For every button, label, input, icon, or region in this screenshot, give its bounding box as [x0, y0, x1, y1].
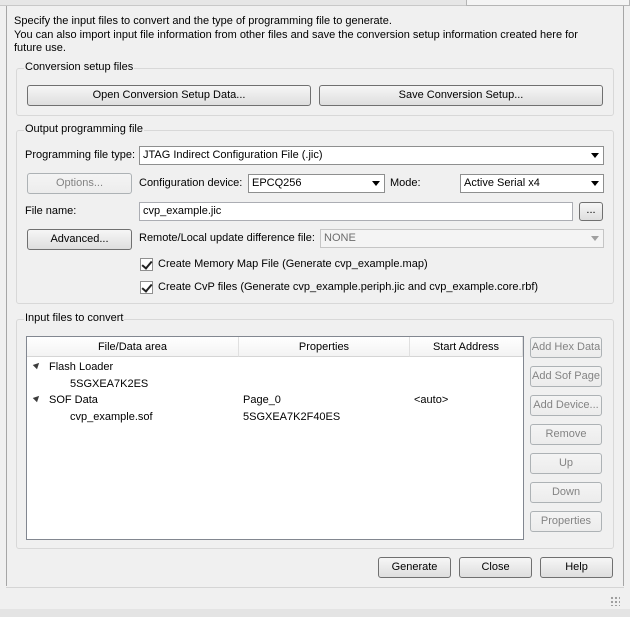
file-name-label: File name:	[25, 205, 77, 217]
update-diff-label: Remote/Local update difference file:	[139, 232, 315, 244]
config-device-value: EPCQ256	[252, 177, 302, 189]
row-properties: 5SGXEA7K2F40ES	[243, 411, 341, 423]
dialog-description: Specify the input files to convert and t…	[14, 15, 604, 56]
chevron-down-icon	[591, 181, 599, 186]
cvp-files-checkbox[interactable]	[140, 281, 153, 294]
add-hex-data-button[interactable]: Add Hex Data	[530, 337, 602, 358]
up-button[interactable]: Up	[530, 453, 602, 474]
update-diff-select[interactable]: NONE	[320, 229, 604, 248]
input-files-title: Input files to convert	[24, 312, 125, 324]
output-programming-title: Output programming file	[24, 123, 144, 135]
expand-arrow-icon[interactable]	[32, 360, 42, 370]
chevron-down-icon	[591, 153, 599, 158]
close-button[interactable]: Close	[459, 557, 532, 578]
resize-grip-icon[interactable]	[610, 596, 620, 606]
conversion-setup-title: Conversion setup files	[24, 61, 135, 73]
row-properties: Page_0	[243, 394, 281, 406]
row-address: <auto>	[414, 394, 449, 406]
column-header-file[interactable]: File/Data area	[27, 337, 239, 357]
column-header-properties[interactable]: Properties	[239, 337, 410, 357]
update-diff-value: NONE	[324, 232, 356, 244]
cvp-files-label: Create CvP files (Generate cvp_example.p…	[158, 281, 539, 293]
help-button[interactable]: Help	[540, 557, 613, 578]
save-conversion-setup-button[interactable]: Save Conversion Setup...	[319, 85, 603, 106]
row-name: SOF Data	[49, 394, 98, 406]
browse-button[interactable]: ...	[579, 202, 603, 221]
status-bar	[6, 587, 624, 609]
properties-button[interactable]: Properties	[530, 511, 602, 532]
mode-label: Mode:	[390, 177, 421, 189]
mode-select[interactable]: Active Serial x4	[460, 174, 604, 193]
input-files-tree[interactable]: File/Data area Properties Start Address …	[26, 336, 524, 540]
file-type-value: JTAG Indirect Configuration File (.jic)	[143, 149, 323, 161]
options-button[interactable]: Options...	[27, 173, 132, 194]
description-line-2: You can also import input file informati…	[14, 28, 578, 55]
memory-map-label: Create Memory Map File (Generate cvp_exa…	[158, 258, 428, 270]
config-device-select[interactable]: EPCQ256	[248, 174, 385, 193]
open-conversion-setup-button[interactable]: Open Conversion Setup Data...	[27, 85, 311, 106]
remove-button[interactable]: Remove	[530, 424, 602, 445]
file-name-input[interactable]: cvp_example.jic	[139, 202, 573, 221]
advanced-button[interactable]: Advanced...	[27, 229, 132, 250]
column-header-address[interactable]: Start Address	[410, 337, 523, 357]
row-name: Flash Loader	[49, 361, 114, 373]
file-type-label: Programming file type:	[25, 149, 136, 161]
generate-button[interactable]: Generate	[378, 557, 451, 578]
mode-value: Active Serial x4	[464, 177, 540, 189]
config-device-label: Configuration device:	[139, 177, 243, 189]
add-sof-page-button[interactable]: Add Sof Page	[530, 366, 602, 387]
row-name: 5SGXEA7K2ES	[70, 378, 149, 390]
chevron-down-icon	[591, 236, 599, 241]
down-button[interactable]: Down	[530, 482, 602, 503]
row-name: cvp_example.sof	[70, 411, 153, 423]
memory-map-checkbox[interactable]	[140, 258, 153, 271]
chevron-down-icon	[372, 181, 380, 186]
expand-arrow-icon[interactable]	[32, 393, 42, 403]
file-type-select[interactable]: JTAG Indirect Configuration File (.jic)	[139, 146, 604, 165]
window-bottom-strip	[0, 609, 630, 617]
add-device-button[interactable]: Add Device...	[530, 395, 602, 416]
description-line-1: Specify the input files to convert and t…	[14, 15, 392, 27]
